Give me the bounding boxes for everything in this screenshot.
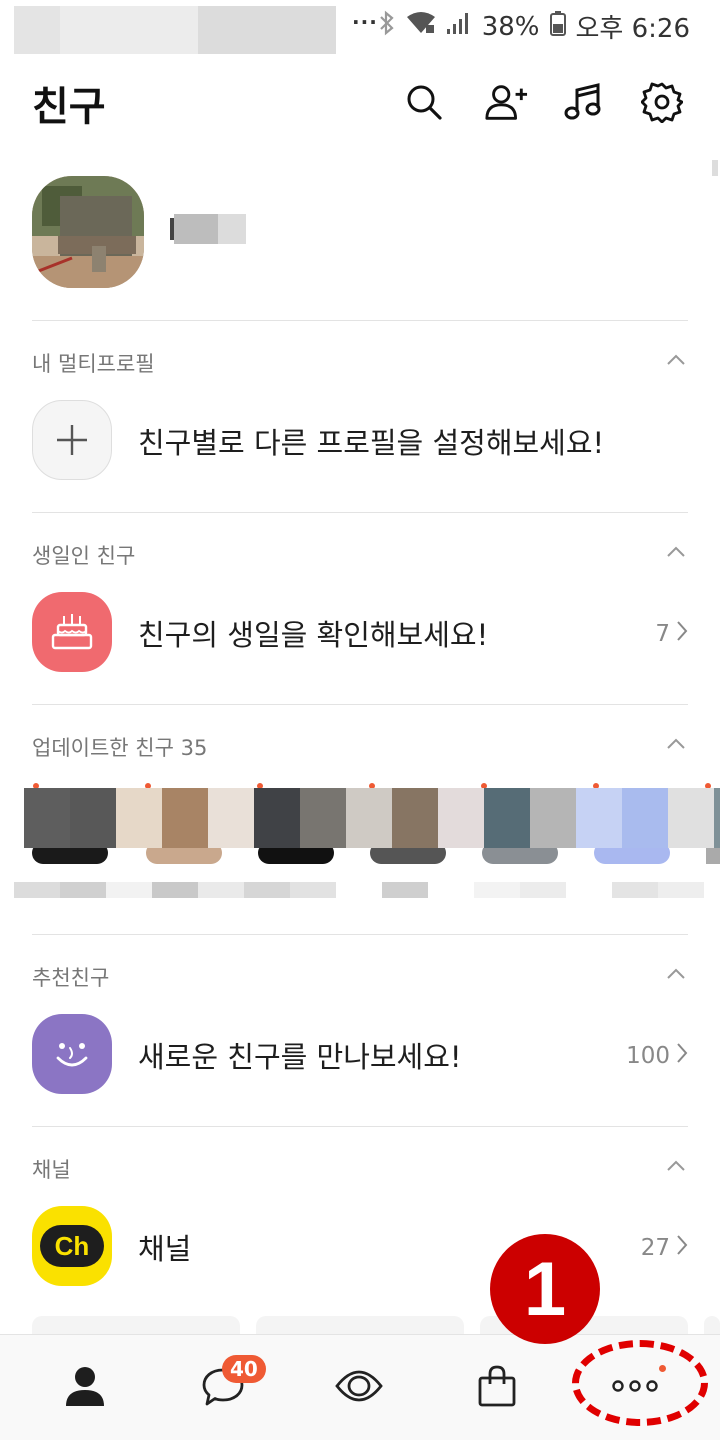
notification-more-indicator: ··· bbox=[352, 10, 378, 34]
scrollbar[interactable] bbox=[712, 160, 718, 176]
birthday-text[interactable]: 친구의 생일을 확인해보세요! bbox=[138, 612, 488, 654]
recommend-count-value: 100 bbox=[626, 1043, 670, 1069]
section-divider bbox=[32, 934, 688, 935]
status-bar: ··· 38% 오후 6:26 bbox=[0, 0, 720, 54]
shopping-icon bbox=[475, 1364, 519, 1412]
section-title-updated-friends: 업데이트한 친구 35 bbox=[32, 736, 208, 760]
updated-friends-names-redacted bbox=[14, 882, 720, 898]
signal-icon bbox=[446, 11, 472, 42]
add-friend-icon[interactable] bbox=[484, 80, 528, 124]
chevron-right-icon bbox=[676, 1042, 688, 1070]
channel-text[interactable]: 채널 bbox=[138, 1226, 191, 1268]
section-title-multi-profile: 내 멀티프로필 bbox=[32, 352, 155, 376]
nav-shopping[interactable] bbox=[452, 1353, 542, 1423]
channel-logo-badge: Ch bbox=[40, 1225, 104, 1267]
view-icon bbox=[335, 1364, 383, 1412]
battery-percent: 38% bbox=[481, 11, 540, 42]
settings-icon[interactable] bbox=[640, 80, 684, 124]
annotation-step-marker: 1 bbox=[490, 1234, 600, 1344]
channel-logo-text: Ch bbox=[54, 1230, 90, 1261]
wifi-icon bbox=[406, 11, 436, 42]
profile-name-redacted[interactable] bbox=[170, 214, 246, 244]
chat-unread-badge: 40 bbox=[222, 1355, 266, 1383]
section-divider bbox=[32, 1126, 688, 1127]
chevron-up-icon[interactable] bbox=[666, 734, 686, 754]
friends-icon bbox=[63, 1364, 107, 1412]
section-divider bbox=[32, 512, 688, 513]
channel-logo-icon[interactable]: Ch bbox=[32, 1206, 112, 1286]
annotation-highlight-ellipse bbox=[572, 1340, 708, 1426]
music-icon[interactable] bbox=[562, 80, 606, 124]
section-title-recommended: 추천친구 bbox=[32, 966, 110, 990]
channel-count-value: 27 bbox=[640, 1235, 670, 1261]
birthday-count[interactable]: 7 bbox=[655, 620, 688, 648]
search-icon[interactable] bbox=[402, 80, 446, 124]
recommend-count[interactable]: 100 bbox=[626, 1042, 688, 1070]
nav-view[interactable] bbox=[314, 1353, 404, 1423]
chevron-right-icon bbox=[676, 620, 688, 648]
chevron-up-icon[interactable] bbox=[666, 964, 686, 984]
multi-profile-text[interactable]: 친구별로 다른 프로필을 설정해보세요! bbox=[138, 420, 604, 462]
chevron-up-icon[interactable] bbox=[666, 350, 686, 370]
section-divider bbox=[32, 704, 688, 705]
section-divider bbox=[32, 320, 688, 321]
birthday-count-value: 7 bbox=[655, 621, 670, 647]
chevron-up-icon[interactable] bbox=[666, 1156, 686, 1176]
add-multi-profile-button[interactable] bbox=[32, 400, 112, 480]
blurred-notification bbox=[60, 6, 198, 54]
page-title: 친구 bbox=[32, 84, 106, 130]
status-time: 오후 6:26 bbox=[575, 14, 691, 44]
channel-count[interactable]: 27 bbox=[641, 1234, 688, 1262]
chevron-up-icon[interactable] bbox=[666, 542, 686, 562]
bluetooth-icon bbox=[378, 10, 396, 43]
section-title-birthday: 생일인 친구 bbox=[32, 544, 136, 568]
blurred-notification bbox=[198, 6, 336, 54]
nav-friends[interactable] bbox=[40, 1353, 130, 1423]
blurred-notification bbox=[14, 6, 60, 54]
birthday-cake-icon[interactable] bbox=[32, 592, 112, 672]
battery-icon bbox=[549, 10, 566, 43]
chevron-right-icon bbox=[676, 1234, 688, 1262]
recommend-smile-icon[interactable] bbox=[32, 1014, 112, 1094]
updated-friends-strip-redacted[interactable] bbox=[24, 788, 720, 848]
my-profile-avatar[interactable] bbox=[32, 176, 144, 288]
app-header: 친구 bbox=[0, 60, 720, 150]
section-title-channel: 채널 bbox=[32, 1158, 71, 1182]
recommend-text[interactable]: 새로운 친구를 만나보세요! bbox=[138, 1034, 462, 1076]
